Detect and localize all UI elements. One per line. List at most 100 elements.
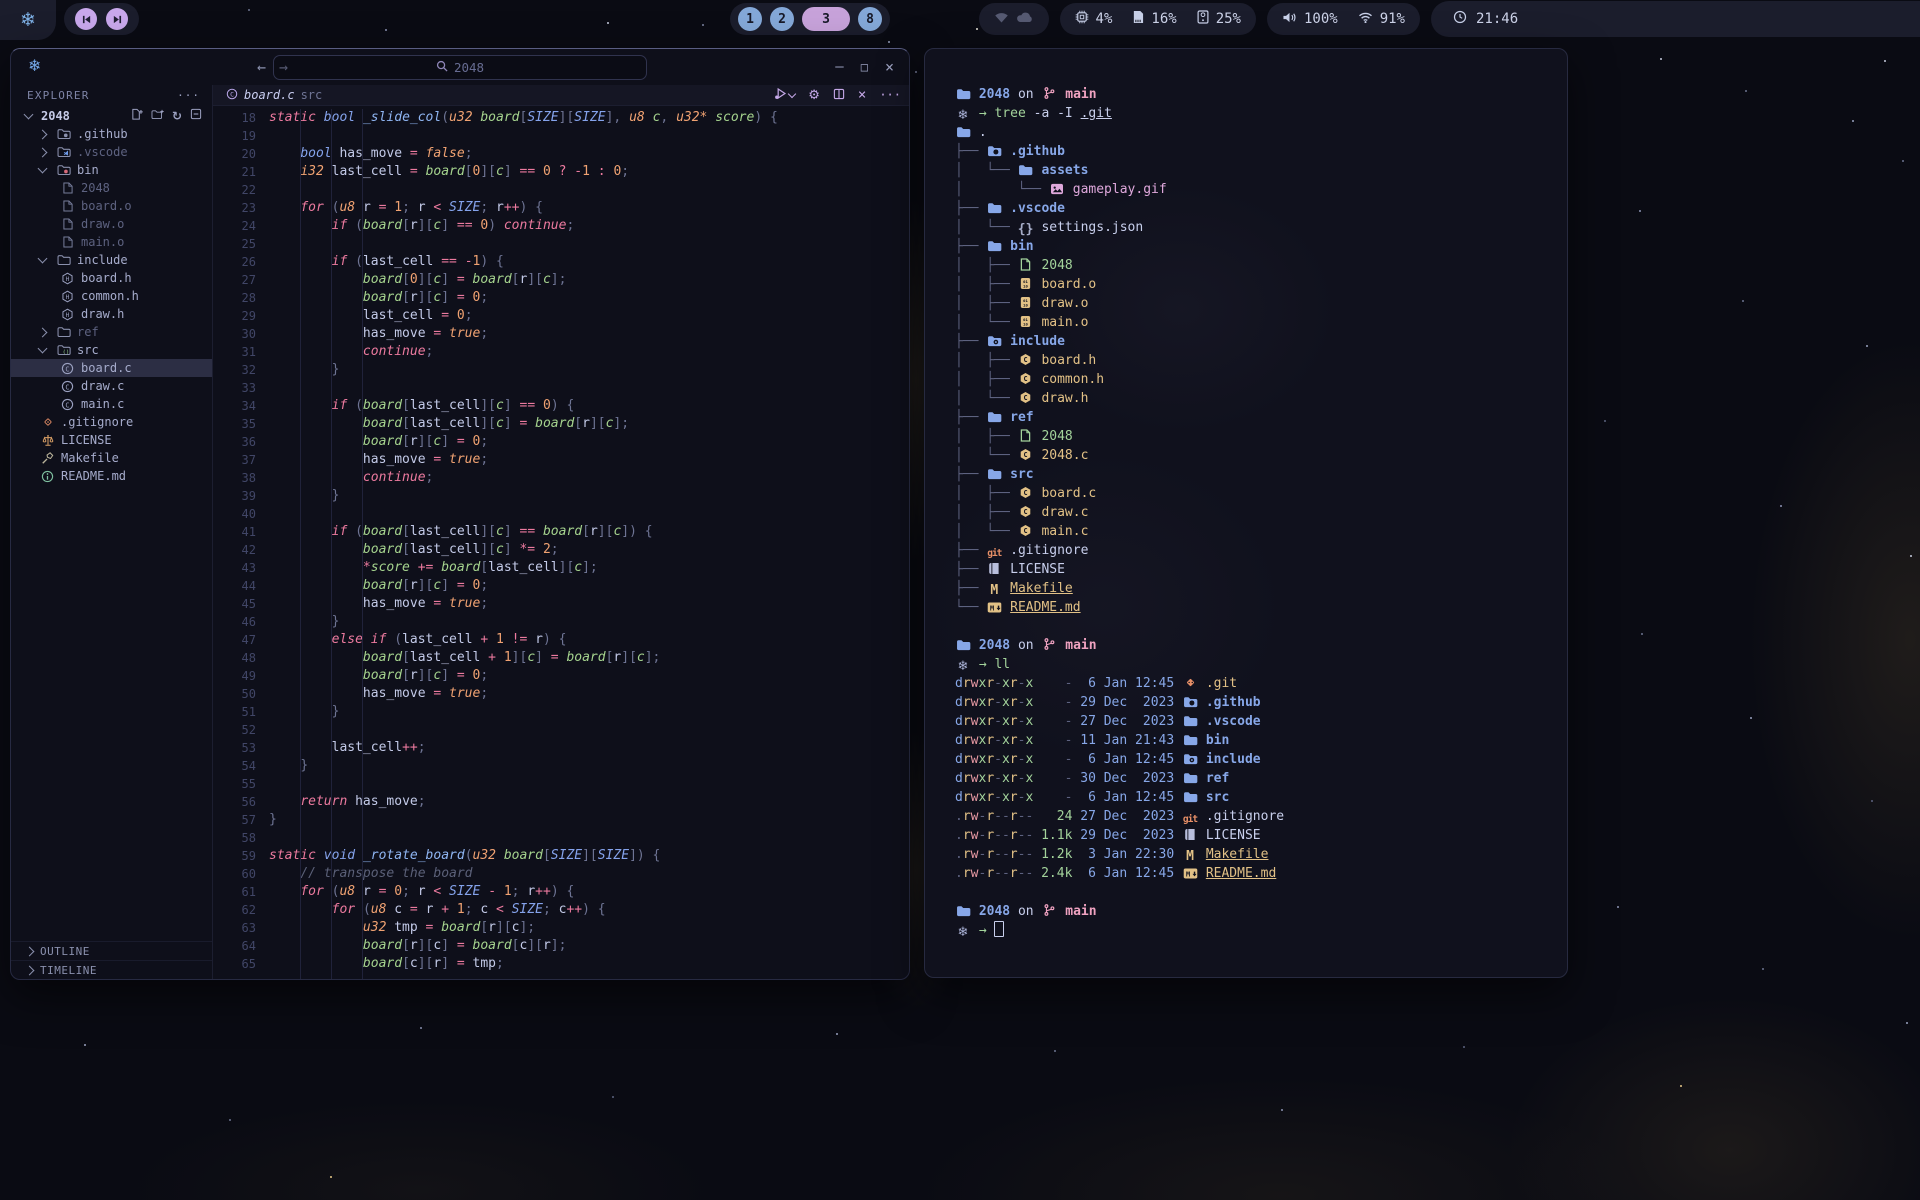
folder-outline-icon <box>55 254 72 266</box>
readme-icon <box>39 470 56 483</box>
terminal-line: .rw-r--r-- 2.4k 6 Jan 12:45 M README.md <box>955 864 1567 883</box>
close-button[interactable]: × <box>885 58 894 76</box>
svg-text:C: C <box>1024 451 1028 459</box>
explorer-item-README.md[interactable]: README.md <box>11 467 212 485</box>
line-number: 52 <box>213 721 269 739</box>
explorer-item-draw.h[interactable]: Hdraw.h <box>11 305 212 323</box>
editor-window[interactable]: ❄ ← → 2048 — □ × EXPLORER ··· 2048 <box>10 48 910 980</box>
minimize-button[interactable]: — <box>835 59 843 75</box>
workspace-switcher: 1238 <box>730 3 890 35</box>
explorer-item-board.o[interactable]: board.o <box>11 197 212 215</box>
line-number: 30 <box>213 325 269 343</box>
workspace-8[interactable]: 8 <box>858 7 882 31</box>
workspace-1[interactable]: 1 <box>738 7 762 31</box>
chevron-right-icon <box>38 147 48 157</box>
tab-filename: board.c <box>244 88 295 102</box>
code-line-36: 36 board[r][c] = 0; <box>213 433 909 451</box>
line-number: 31 <box>213 343 269 361</box>
explorer-item-LICENSE[interactable]: LICENSE <box>11 431 212 449</box>
line-number: 41 <box>213 523 269 541</box>
cpu-usage: 4% <box>1096 11 1113 27</box>
code-line-60: 60 // transpose the board <box>213 865 909 883</box>
snowflake-icon: ❄ <box>955 923 971 942</box>
next-track-button[interactable] <box>106 8 128 30</box>
line-number: 55 <box>213 775 269 793</box>
chevron-down-icon <box>38 164 48 174</box>
collapse-folders-button[interactable] <box>190 108 202 123</box>
line-number: 24 <box>213 217 269 235</box>
explorer-item-draw.c[interactable]: Cdraw.c <box>11 377 212 395</box>
editor-tabbar: C board.c src ⚙ × ··· <box>213 85 909 106</box>
code-line-44: 44 board[r][c] = 0; <box>213 577 909 595</box>
nav-forward-button[interactable]: → <box>279 58 288 76</box>
explorer-item-draw.o[interactable]: draw.o <box>11 215 212 233</box>
editor-titlebar[interactable]: ❄ ← → 2048 — □ × <box>11 49 909 85</box>
line-number: 19 <box>213 127 269 145</box>
explorer-item-label: README.md <box>61 469 126 483</box>
explorer-item-label: draw.o <box>81 217 124 231</box>
explorer-root-folder[interactable]: 2048 ↻ <box>11 106 212 125</box>
explorer-item-label: main.c <box>81 397 124 411</box>
settings-gear-button[interactable]: ⚙ <box>808 88 820 103</box>
explorer-item-src[interactable]: ()src <box>11 341 212 359</box>
code-editor[interactable]: 18static bool _slide_col(u32 board[SIZE]… <box>213 106 909 979</box>
explorer-item-board.h[interactable]: Hboard.h <box>11 269 212 287</box>
workspace-2[interactable]: 2 <box>770 7 794 31</box>
code-line-29: 29 last_cell = 0; <box>213 307 909 325</box>
line-number: 59 <box>213 847 269 865</box>
explorer-item-main.c[interactable]: Cmain.c <box>11 395 212 413</box>
explorer-item-.gitignore[interactable]: .gitignore <box>11 413 212 431</box>
split-editor-button[interactable] <box>833 88 845 103</box>
previous-track-button[interactable] <box>75 8 97 30</box>
explorer-item-ref[interactable]: ref <box>11 323 212 341</box>
explorer-item-label: Makefile <box>61 451 119 465</box>
code-line-42: 42 board[last_cell][c] *= 2; <box>213 541 909 559</box>
code-line-23: 23 for (u8 r = 1; r < SIZE; r++) { <box>213 199 909 217</box>
line-number: 65 <box>213 955 269 973</box>
explorer-item-include[interactable]: include <box>11 251 212 269</box>
audio-network-widget[interactable]: 100% 91% <box>1267 3 1420 35</box>
editor-more-actions[interactable]: ··· <box>879 88 901 102</box>
explorer-item-.vscode[interactable]: .vscode <box>11 143 212 161</box>
explorer-more-actions[interactable]: ··· <box>177 89 200 102</box>
line-number: 33 <box>213 379 269 397</box>
close-editor-button[interactable]: × <box>858 87 866 103</box>
command-center-search[interactable]: 2048 <box>273 55 647 80</box>
chevron-down-icon <box>38 344 48 354</box>
volume-level: 100% <box>1304 11 1338 27</box>
code-line-20: 20 bool has_move = false; <box>213 145 909 163</box>
line-number: 36 <box>213 433 269 451</box>
explorer-item-main.o[interactable]: main.o <box>11 233 212 251</box>
code-line-40: 40 <box>213 505 909 523</box>
explorer-item-.github[interactable]: .github <box>11 125 212 143</box>
new-folder-button[interactable] <box>151 109 164 123</box>
system-stats-widget[interactable]: 4% 16% 25% <box>1060 3 1256 35</box>
tab-board-c[interactable]: C board.c src <box>226 88 322 103</box>
panel-outline[interactable]: OUTLINE <box>11 941 212 960</box>
terminal-line: └── M README.md <box>955 598 1567 617</box>
terminal-line: │ ├── 2048 <box>955 427 1567 446</box>
terminal-line: 2048 on main <box>955 902 1567 921</box>
nav-back-button[interactable]: ← <box>257 58 266 76</box>
refresh-explorer-button[interactable]: ↻ <box>172 109 182 123</box>
code-line-33: 33 <box>213 379 909 397</box>
explorer-item-common.h[interactable]: Hcommon.h <box>11 287 212 305</box>
explorer-item-label: include <box>77 253 128 267</box>
code-line-37: 37 has_move = true; <box>213 451 909 469</box>
weather-widget[interactable] <box>979 3 1049 35</box>
explorer-item-board.c[interactable]: Cboard.c <box>11 359 212 377</box>
terminal-window[interactable]: 2048 on main❄ → tree -a -I .git .├── .gi… <box>924 48 1568 978</box>
explorer-item-2048[interactable]: 2048 <box>11 179 212 197</box>
maximize-button[interactable]: □ <box>861 60 868 74</box>
chevron-right-icon <box>25 965 35 975</box>
clock-widget[interactable]: 21:46 <box>1431 1 1920 37</box>
explorer-item-bin[interactable]: bin <box>11 161 212 179</box>
panel-timeline[interactable]: TIMELINE <box>11 960 212 979</box>
explorer-item-Makefile[interactable]: Makefile <box>11 449 212 467</box>
status-bar: ❄ 1238 4% 16% 25% 100% 91% <box>0 0 1920 38</box>
code-line-39: 39 } <box>213 487 909 505</box>
launcher-button[interactable]: ❄ <box>0 0 56 40</box>
run-file-button[interactable] <box>774 87 795 103</box>
workspace-3-active[interactable]: 3 <box>802 7 850 31</box>
new-file-button[interactable] <box>131 108 143 123</box>
